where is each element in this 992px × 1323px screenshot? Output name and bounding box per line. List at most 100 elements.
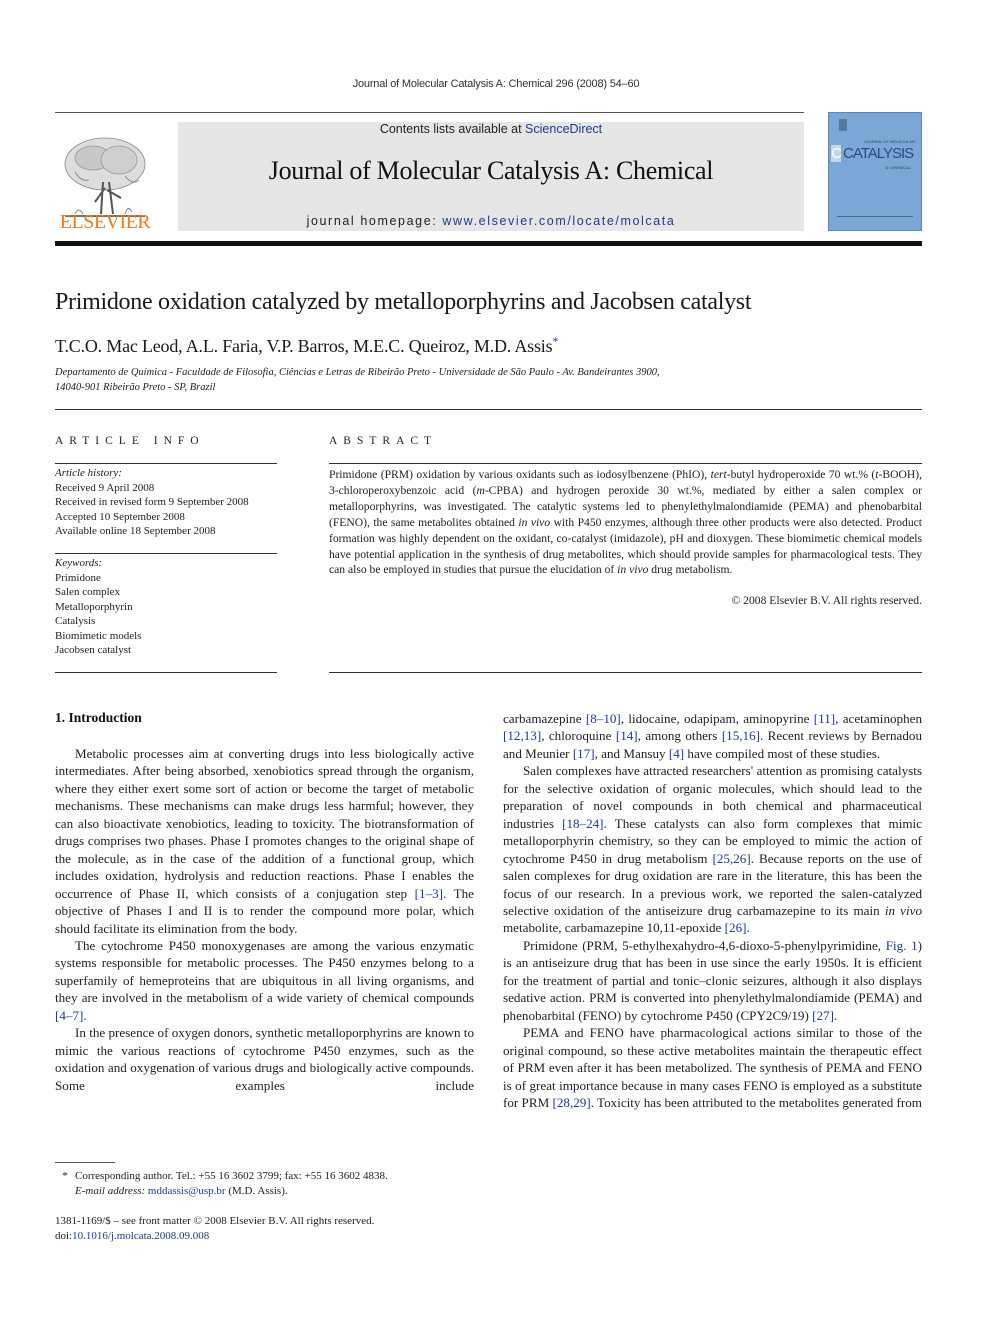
citation-link[interactable]: [28,29]: [553, 1095, 591, 1110]
article-info-rule: [55, 553, 277, 554]
abstract-italic: m: [476, 483, 485, 497]
article-title: Primidone oxidation catalyzed by metallo…: [55, 289, 752, 315]
abstract-text: Primidone (PRM) oxidation by various oxi…: [329, 467, 922, 578]
keyword-item: Metalloporphyrin: [55, 600, 133, 613]
abstract-italic: in vivo: [617, 563, 649, 577]
running-head: Journal of Molecular Catalysis A: Chemic…: [352, 78, 640, 90]
abstract-span: Primidone (PRM) oxidation by various oxi…: [329, 468, 711, 481]
citation-link[interactable]: [17]: [573, 746, 595, 761]
journal-name: Journal of Molecular Catalysis A: Chemic…: [268, 156, 714, 185]
citation-link[interactable]: [12,13]: [503, 728, 541, 743]
text-span: . Toxicity has been attributed to the me…: [590, 1094, 922, 1110]
history-item: Received 9 April 2008: [55, 481, 155, 494]
section-heading-introduction: 1. Introduction: [55, 710, 142, 725]
cover-letter: C: [831, 145, 842, 162]
text-span: , among others: [637, 728, 722, 744]
citation-link[interactable]: [27]: [812, 1008, 834, 1023]
abstract-span: -butyl hydroperoxide 70 wt.% (: [726, 468, 876, 481]
homepage-line: journal homepage: www.elsevier.com/locat…: [178, 214, 804, 228]
paragraph: The cytochrome P450 monoxygenases are am…: [55, 937, 474, 1024]
citation-link[interactable]: [18–24]: [562, 816, 603, 831]
text-span: Primidone (PRM, 5-ethylhexahydro-4,6-dio…: [523, 937, 886, 953]
abstract-heading: ABSTRACT: [329, 435, 438, 447]
sciencedirect-link[interactable]: ScienceDirect: [525, 122, 602, 136]
cover-subtitle: A: CHEMICAL: [885, 165, 911, 170]
text-span: , lidocaine, odapipam, aminopyrine: [620, 711, 814, 726]
article-info-rule: [55, 463, 277, 464]
footnote-mark: *: [62, 1170, 68, 1182]
cover-title-text: CATALYSIS: [843, 145, 914, 162]
article-history: Article history: Received 9 April 2008 R…: [55, 466, 280, 539]
cover-footer-rule: [837, 216, 913, 218]
author-list: T.C.O. Mac Leod, A.L. Faria, V.P. Barros…: [55, 334, 558, 357]
keyword-item: Primidone: [55, 571, 101, 584]
citation-link[interactable]: [4]: [669, 746, 684, 761]
body-column-right: carbamazepine [8–10], lidocaine, odapipa…: [503, 710, 922, 1111]
text-span: have compiled most of these studies.: [684, 745, 881, 761]
email-suffix: (M.D. Assis).: [225, 1184, 288, 1197]
text-span: The cytochrome P450 monoxygenases are am…: [55, 937, 474, 1006]
journal-banner: Contents lists available at ScienceDirec…: [178, 122, 804, 231]
banner-divider: [55, 241, 922, 246]
keyword-item: Biomimetic models: [55, 629, 142, 642]
abstract-italic: in vivo: [518, 515, 551, 529]
text-span: Metabolic processes aim at converting dr…: [55, 746, 474, 901]
paragraph: Primidone (PRM, 5-ethylhexahydro-4,6-dio…: [503, 937, 922, 1024]
footnote-email-line: E-mail address: mddassis@usp.br (M.D. As…: [55, 1184, 475, 1199]
footnote-rule: [55, 1162, 115, 1163]
doi-link[interactable]: 10.1016/j.molcata.2008.09.008: [72, 1230, 209, 1242]
citation-link[interactable]: [26]: [725, 920, 747, 935]
text-span: carbamazepine: [503, 711, 586, 726]
abstract-italic: tert: [710, 468, 727, 481]
text-span: metabolite, carbamazepine 10,11-epoxide: [503, 920, 725, 936]
journal-homepage-link[interactable]: www.elsevier.com/locate/molcata: [442, 214, 675, 228]
citation-link[interactable]: [8–10]: [586, 711, 621, 726]
citation-link[interactable]: [11]: [814, 711, 835, 726]
abstract-rule: [329, 463, 922, 464]
keyword-item: Jacobsen catalyst: [55, 644, 132, 656]
history-item: Accepted 10 September 2008: [55, 510, 185, 523]
citation-link[interactable]: [14]: [616, 728, 638, 743]
email-link[interactable]: mddassis@usp.br: [148, 1185, 226, 1197]
paragraph: PEMA and FENO have pharmacological actio…: [503, 1024, 922, 1111]
corresponding-author-mark[interactable]: *: [552, 334, 558, 348]
citation-link[interactable]: [15,16]: [722, 728, 760, 743]
article-info-heading: ARTICLE INFO: [55, 435, 205, 447]
citation-link[interactable]: [1–3]: [415, 886, 443, 901]
publisher-wordmark: ELSEVIER: [59, 211, 151, 233]
paragraph: Metabolic processes aim at converting dr…: [55, 745, 474, 937]
citation-link[interactable]: [4–7]: [55, 1008, 83, 1023]
front-matter: 1381-1169/$ – see front matter © 2008 El…: [55, 1214, 475, 1243]
text-span: .: [83, 1007, 87, 1023]
affiliation: Departamento de Química - Faculdade de F…: [55, 366, 775, 395]
homepage-prefix: journal homepage:: [306, 214, 443, 228]
keyword-item: Catalysis: [55, 615, 96, 627]
paragraph-continued: carbamazepine [8–10], lidocaine, odapipa…: [503, 710, 922, 762]
text-span: .: [746, 920, 750, 936]
text-span: , and Mansuy: [594, 745, 669, 761]
text-span: In the presence of oxygen donors, synthe…: [55, 1025, 474, 1093]
journal-cover-thumbnail[interactable]: JOURNAL OF MOLECULAR C CATALYSIS A: CHEMI…: [828, 112, 922, 231]
paragraph: In the presence of oxygen donors, synthe…: [55, 1024, 474, 1094]
affiliation-rule: [55, 409, 922, 410]
contents-line: Contents lists available at ScienceDirec…: [178, 122, 804, 136]
text-span: , acetaminophen: [835, 711, 922, 726]
history-item: Available online 18 September 2008: [55, 525, 216, 537]
abstract-copyright: © 2008 Elsevier B.V. All rights reserved…: [731, 594, 922, 607]
keywords-label: Keywords:: [55, 557, 103, 569]
header-rule: [55, 112, 804, 113]
abstract-span: drug metabolism.: [648, 563, 733, 577]
abstract-rule: [329, 672, 922, 673]
figure-link[interactable]: Fig. 1: [886, 938, 918, 953]
body-column-left: Metabolic processes aim at converting dr…: [55, 745, 474, 1094]
issn-line: 1381-1169/$ – see front matter © 2008 El…: [55, 1215, 375, 1227]
paragraph: Salen complexes have attracted researche…: [503, 762, 922, 937]
citation-link[interactable]: [25,26]: [713, 851, 751, 866]
cover-publisher-mark-icon: [839, 119, 847, 131]
keywords: Keywords: Primidone Salen complex Metall…: [55, 556, 280, 658]
footnote: * Corresponding author. Tel.: +55 16 3602…: [55, 1169, 475, 1198]
doi-line: doi:10.1016/j.molcata.2008.09.008: [55, 1229, 475, 1244]
email-label: E-mail address:: [75, 1184, 148, 1197]
corresponding-author-note: Corresponding author. Tel.: +55 16 3602 …: [75, 1170, 388, 1182]
doi-prefix: doi:: [55, 1229, 73, 1242]
